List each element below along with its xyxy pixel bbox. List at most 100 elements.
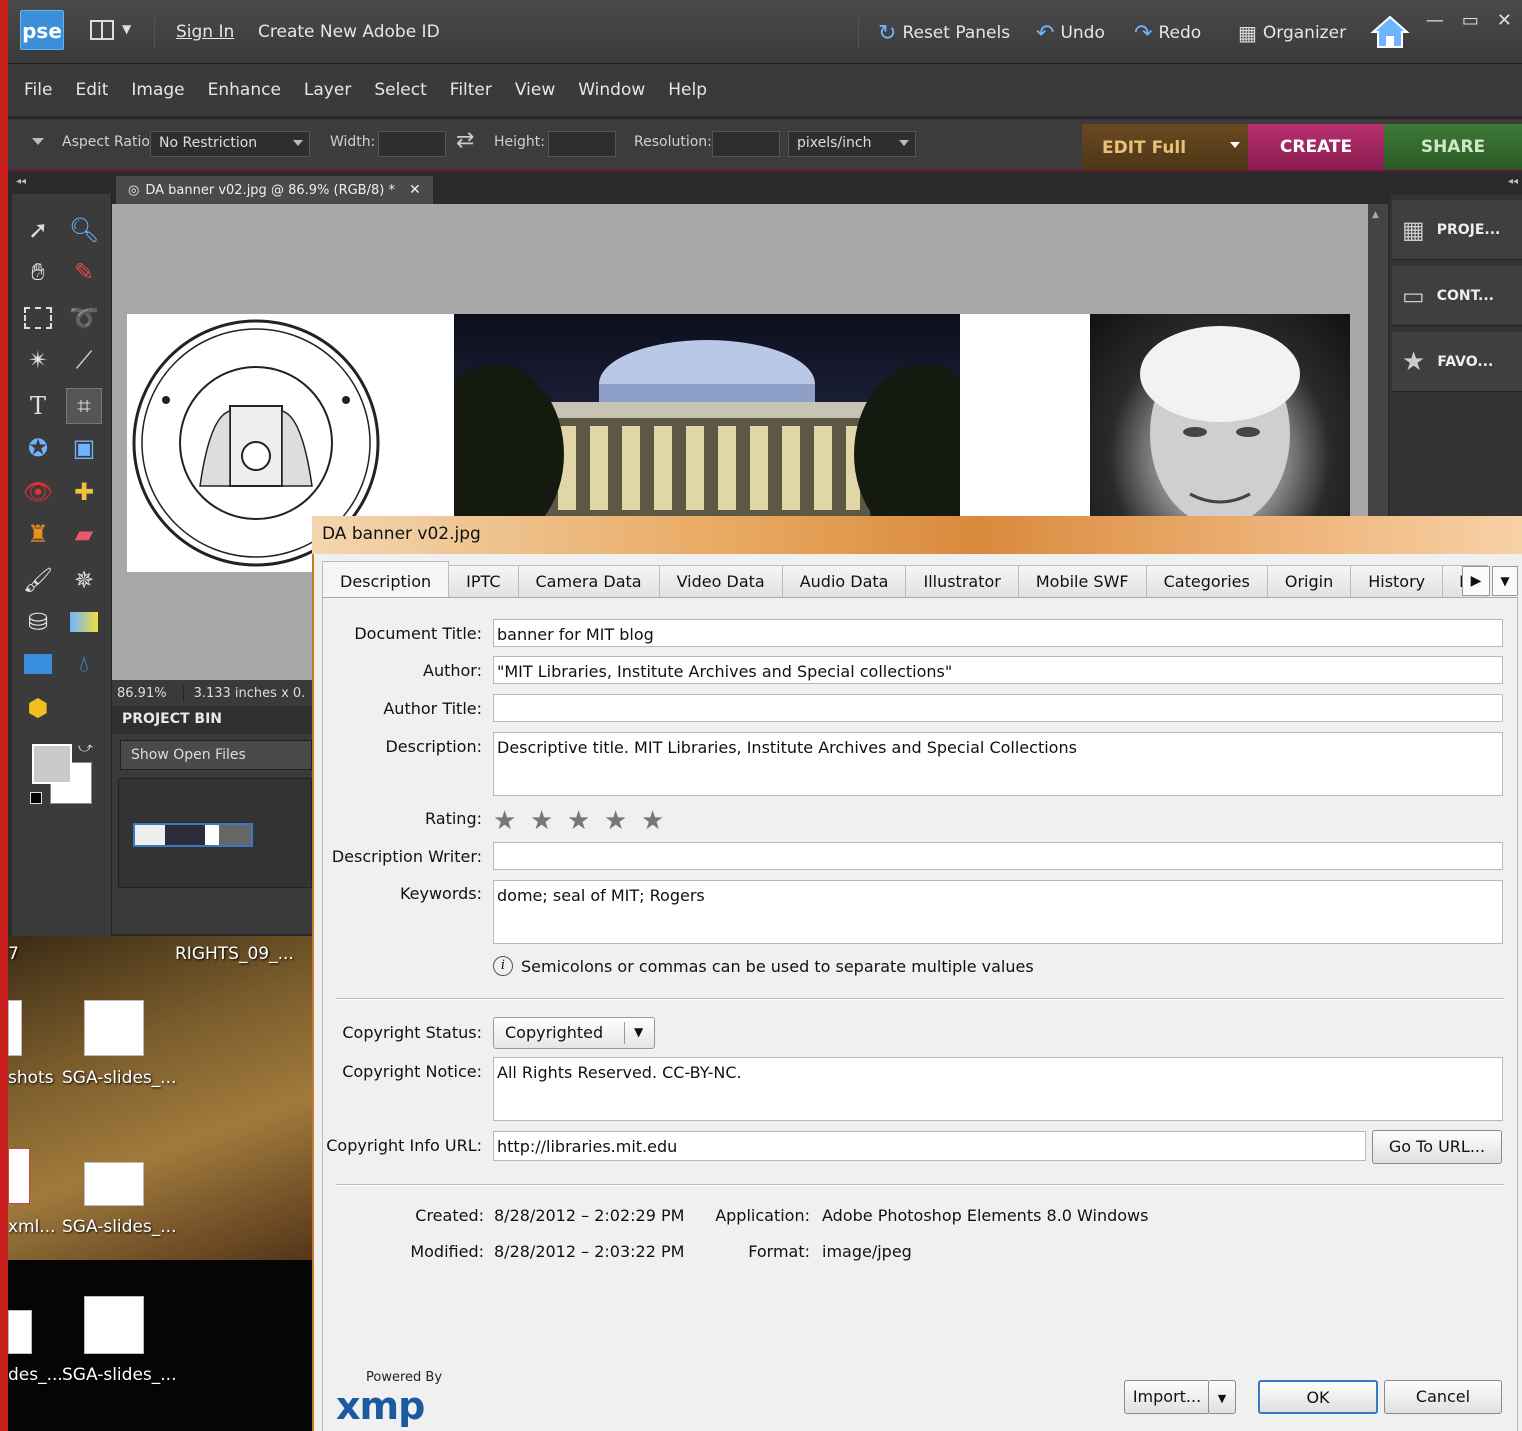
shape-tool-icon[interactable] [20, 646, 56, 682]
close-icon[interactable]: ✕ [409, 182, 421, 198]
menu-file[interactable]: File [24, 80, 52, 100]
desktop-icon-label[interactable]: SGA-slides_... [62, 1217, 176, 1237]
share-tab[interactable]: SHARE [1384, 124, 1522, 170]
smart-brush-tool-icon[interactable]: ✵ [66, 562, 102, 598]
description-textarea[interactable]: Descriptive title. MIT Libraries, Instit… [493, 732, 1503, 796]
type-tool-icon[interactable]: T [20, 388, 56, 424]
recompose-tool-icon[interactable]: ▣ [66, 430, 102, 466]
copyright-url-input[interactable]: http://libraries.mit.edu [493, 1131, 1366, 1161]
rating-star-3[interactable]: ★ [567, 806, 590, 836]
copyright-status-select[interactable]: Copyrighted ▼ [493, 1017, 655, 1049]
menu-image[interactable]: Image [131, 80, 184, 100]
close-icon[interactable]: ✕ [1497, 10, 1512, 31]
cancel-button[interactable]: Cancel [1384, 1380, 1502, 1414]
scroll-up-icon[interactable]: ▲ [1372, 210, 1379, 220]
edit-mode-dropdown[interactable] [1220, 124, 1248, 170]
menu-layer[interactable]: Layer [304, 80, 351, 100]
desktop-icon-label[interactable]: shots [8, 1068, 54, 1088]
desktop-file-icon[interactable] [8, 1148, 30, 1204]
menu-filter[interactable]: Filter [450, 80, 492, 100]
document-title-input[interactable]: banner for MIT blog [493, 619, 1503, 647]
marquee-tool-icon[interactable] [20, 300, 56, 336]
panel-collapse[interactable]: ◂◂ [1390, 176, 1522, 194]
tool-preset-dropdown[interactable] [32, 138, 44, 145]
eyedropper-tool-icon[interactable]: ✎ [66, 254, 102, 290]
zoom-level[interactable]: 86.91% [112, 685, 184, 701]
gradient-tool-icon[interactable] [66, 604, 102, 640]
red-eye-tool-icon[interactable]: 👁︎ [20, 474, 56, 510]
paint-bucket-tool-icon[interactable]: ⛁ [20, 604, 56, 640]
toolbox-collapse[interactable]: ◂◂ [12, 176, 112, 194]
tab-scroll-right-button[interactable]: ▶ [1462, 566, 1490, 596]
copyright-notice-textarea[interactable]: All Rights Reserved. CC-BY-NC. [493, 1057, 1503, 1121]
blur-tool-icon[interactable]: 💧︎ [66, 646, 102, 682]
menu-view[interactable]: View [515, 80, 555, 100]
rating-star-4[interactable]: ★ [604, 806, 627, 836]
undo-button[interactable]: ↶ Undo [1036, 18, 1105, 48]
brush-tool-icon[interactable]: 🖌︎ [20, 562, 56, 598]
desktop-icon-label[interactable]: xml... [8, 1217, 56, 1237]
units-select[interactable]: pixels/inch [788, 131, 916, 157]
width-input[interactable] [378, 131, 446, 157]
tab-menu-button[interactable]: ▼ [1492, 566, 1518, 596]
menu-window[interactable]: Window [578, 80, 645, 100]
panel-favorites[interactable]: ★ FAVO... [1392, 332, 1522, 392]
panel-content[interactable]: ▭ CONT... [1392, 266, 1522, 326]
import-dropdown-button[interactable]: ▼ [1208, 1380, 1236, 1414]
tab-iptc[interactable]: IPTC [448, 565, 519, 597]
rating-star-1[interactable]: ★ [493, 806, 516, 836]
tab-illustrator[interactable]: Illustrator [905, 565, 1019, 597]
author-input[interactable]: "MIT Libraries, Institute Archives and S… [493, 656, 1503, 684]
crop-tool-icon[interactable]: ⌗ [66, 388, 102, 424]
tab-description[interactable]: Description [322, 561, 450, 597]
desktop-file-icon[interactable] [84, 1000, 144, 1056]
cookie-cutter-tool-icon[interactable]: ✪ [20, 430, 56, 466]
bin-thumbnail-banner[interactable] [133, 823, 253, 847]
height-input[interactable] [548, 131, 616, 157]
show-open-files-select[interactable]: Show Open Files [120, 740, 312, 770]
organizer-button[interactable]: ▦ Organizer [1238, 18, 1346, 48]
desktop-icon-label[interactable]: des_... [8, 1365, 63, 1385]
tab-video-data[interactable]: Video Data [658, 565, 783, 597]
desktop-file-icon[interactable] [8, 1310, 32, 1354]
project-bin-header[interactable]: PROJECT BIN [112, 706, 312, 734]
panel-projects[interactable]: ▦ PROJE... [1392, 200, 1522, 260]
default-colors-icon[interactable] [30, 792, 42, 804]
go-to-url-button[interactable]: Go To URL... [1372, 1130, 1502, 1164]
menu-enhance[interactable]: Enhance [208, 80, 281, 100]
ok-button[interactable]: OK [1258, 1380, 1378, 1414]
resolution-input[interactable] [712, 131, 780, 157]
rating-star-2[interactable]: ★ [530, 806, 553, 836]
zoom-tool-icon[interactable]: 🔍︎ [66, 212, 102, 248]
swap-icon[interactable]: ⇄ [456, 128, 474, 153]
redo-button[interactable]: ↷ Redo [1134, 18, 1201, 48]
tab-audio-data[interactable]: Audio Data [781, 565, 907, 597]
sponge-tool-icon[interactable]: ⬢ [20, 690, 56, 726]
document-tab[interactable]: ◎ DA banner v02.jpg @ 86.9% (RGB/8) * ✕ [116, 176, 433, 204]
sign-in-link[interactable]: Sign In [176, 22, 234, 42]
aspect-ratio-select[interactable]: No Restriction [150, 131, 310, 157]
tab-origin[interactable]: Origin [1266, 565, 1352, 597]
author-title-input[interactable] [493, 694, 1503, 722]
minimize-icon[interactable]: — [1426, 10, 1444, 31]
desktop-file-icon[interactable] [84, 1162, 144, 1206]
reset-panels-button[interactable]: ↻ Reset Panels [878, 18, 1010, 48]
keywords-textarea[interactable]: dome; seal of MIT; Rogers [493, 880, 1503, 944]
menu-select[interactable]: Select [374, 80, 426, 100]
foreground-color-swatch[interactable] [32, 744, 72, 784]
desktop-icon-rights-label[interactable]: RIGHTS_09_... [175, 944, 294, 964]
desktop-icon-label[interactable]: SGA-slides_... [62, 1365, 176, 1385]
menu-help[interactable]: Help [668, 80, 707, 100]
import-button[interactable]: Import... [1124, 1380, 1210, 1414]
quick-selection-tool-icon[interactable]: ⟋ [66, 342, 102, 378]
tab-mobile-swf[interactable]: Mobile SWF [1017, 565, 1147, 597]
tab-camera-data[interactable]: Camera Data [517, 565, 660, 597]
desktop-icon-label[interactable]: SGA-slides_... [62, 1068, 176, 1088]
desktop-file-icon[interactable] [84, 1296, 144, 1354]
healing-brush-tool-icon[interactable]: ✚ [66, 474, 102, 510]
clone-stamp-tool-icon[interactable]: ♜ [20, 516, 56, 552]
tab-history[interactable]: History [1350, 565, 1444, 597]
create-adobe-id-link[interactable]: Create New Adobe ID [258, 22, 440, 42]
move-tool-icon[interactable]: ➚ [20, 212, 56, 248]
eraser-tool-icon[interactable]: ▰ [66, 516, 102, 552]
